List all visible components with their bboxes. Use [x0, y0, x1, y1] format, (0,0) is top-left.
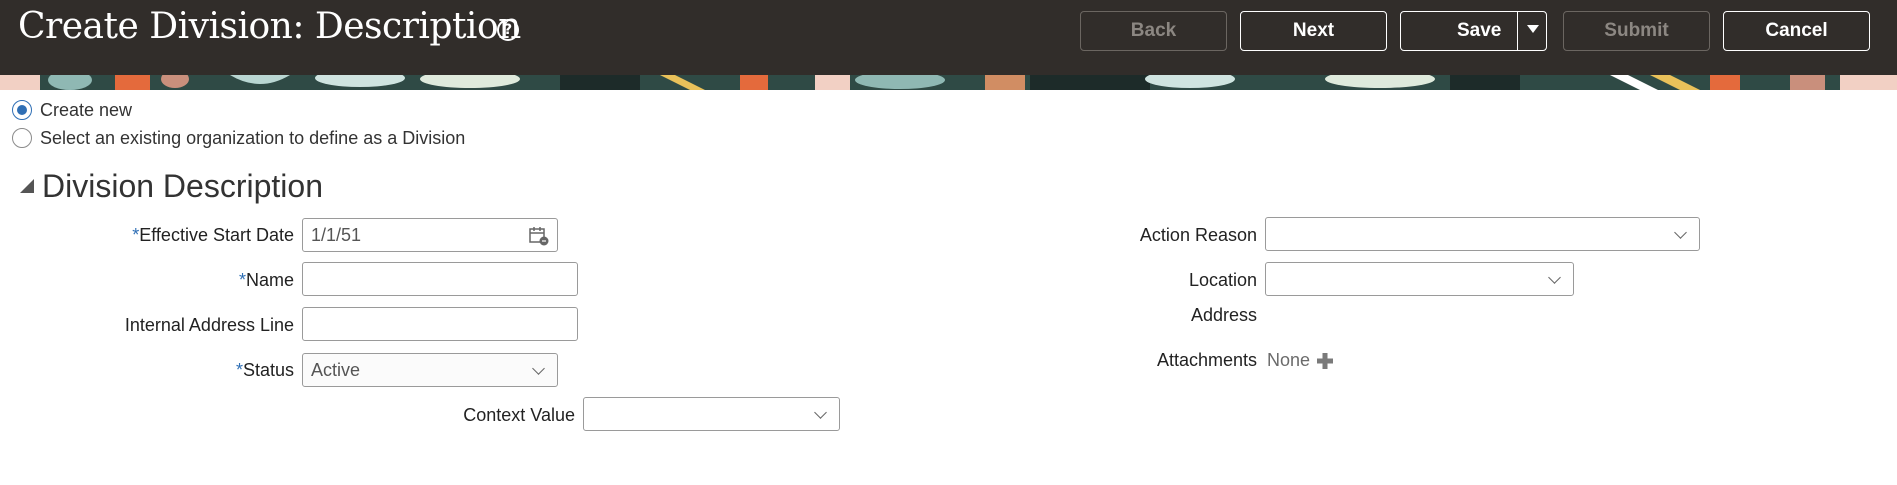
- effective-start-date-label: *Effective Start Date: [132, 225, 294, 245]
- cancel-button[interactable]: Cancel: [1723, 11, 1870, 51]
- collapse-triangle-icon[interactable]: [20, 179, 34, 193]
- name-input[interactable]: [302, 262, 578, 296]
- internal-address-line-input[interactable]: [302, 307, 578, 341]
- page-title: Create Division: Description: [18, 6, 521, 47]
- save-menu-caret-icon[interactable]: [1527, 25, 1539, 33]
- address-label: Address: [1190, 305, 1257, 325]
- create-new-option[interactable]: Create new: [12, 99, 132, 121]
- status-value: Active: [311, 360, 361, 380]
- submit-button[interactable]: Submit: [1563, 11, 1710, 51]
- select-existing-option[interactable]: Select an existing organization to defin…: [12, 127, 465, 149]
- section-title: Division Description: [42, 168, 323, 204]
- attachments-value: None: [1267, 350, 1311, 370]
- add-attachment-plus-icon[interactable]: [1316, 352, 1334, 370]
- select-existing-label: Select an existing organization to defin…: [40, 127, 466, 148]
- decorative-banner: [0, 75, 1897, 90]
- help-circle-icon[interactable]: ?: [497, 19, 519, 41]
- calendar-icon[interactable]: [529, 226, 549, 246]
- action-reason-select[interactable]: [1265, 217, 1700, 251]
- select-existing-radio[interactable]: [12, 128, 32, 148]
- page-header: Create Division: Description ? Back Next…: [0, 0, 1897, 75]
- context-value-label: Context Value: [463, 405, 575, 425]
- next-button[interactable]: Next: [1240, 11, 1387, 51]
- status-select[interactable]: Active: [302, 353, 558, 387]
- attachments-label: Attachments: [1156, 350, 1257, 370]
- location-label: Location: [1188, 270, 1257, 290]
- effective-start-date-value: 1/1/51: [311, 225, 362, 245]
- context-value-select[interactable]: [583, 397, 840, 431]
- effective-start-date-field[interactable]: 1/1/51: [302, 218, 558, 252]
- location-select[interactable]: [1265, 262, 1574, 296]
- create-new-radio[interactable]: [12, 100, 32, 120]
- create-new-label: Create new: [40, 99, 133, 120]
- status-label: *Status: [235, 360, 294, 380]
- save-button-label: Save: [1457, 20, 1502, 41]
- name-label: *Name: [238, 270, 294, 290]
- save-button[interactable]: Save: [1400, 11, 1547, 51]
- save-split-divider: [1517, 12, 1518, 50]
- internal-address-line-label: Internal Address Line: [124, 315, 294, 335]
- action-reason-label: Action Reason: [1139, 225, 1257, 245]
- back-button[interactable]: Back: [1080, 11, 1227, 51]
